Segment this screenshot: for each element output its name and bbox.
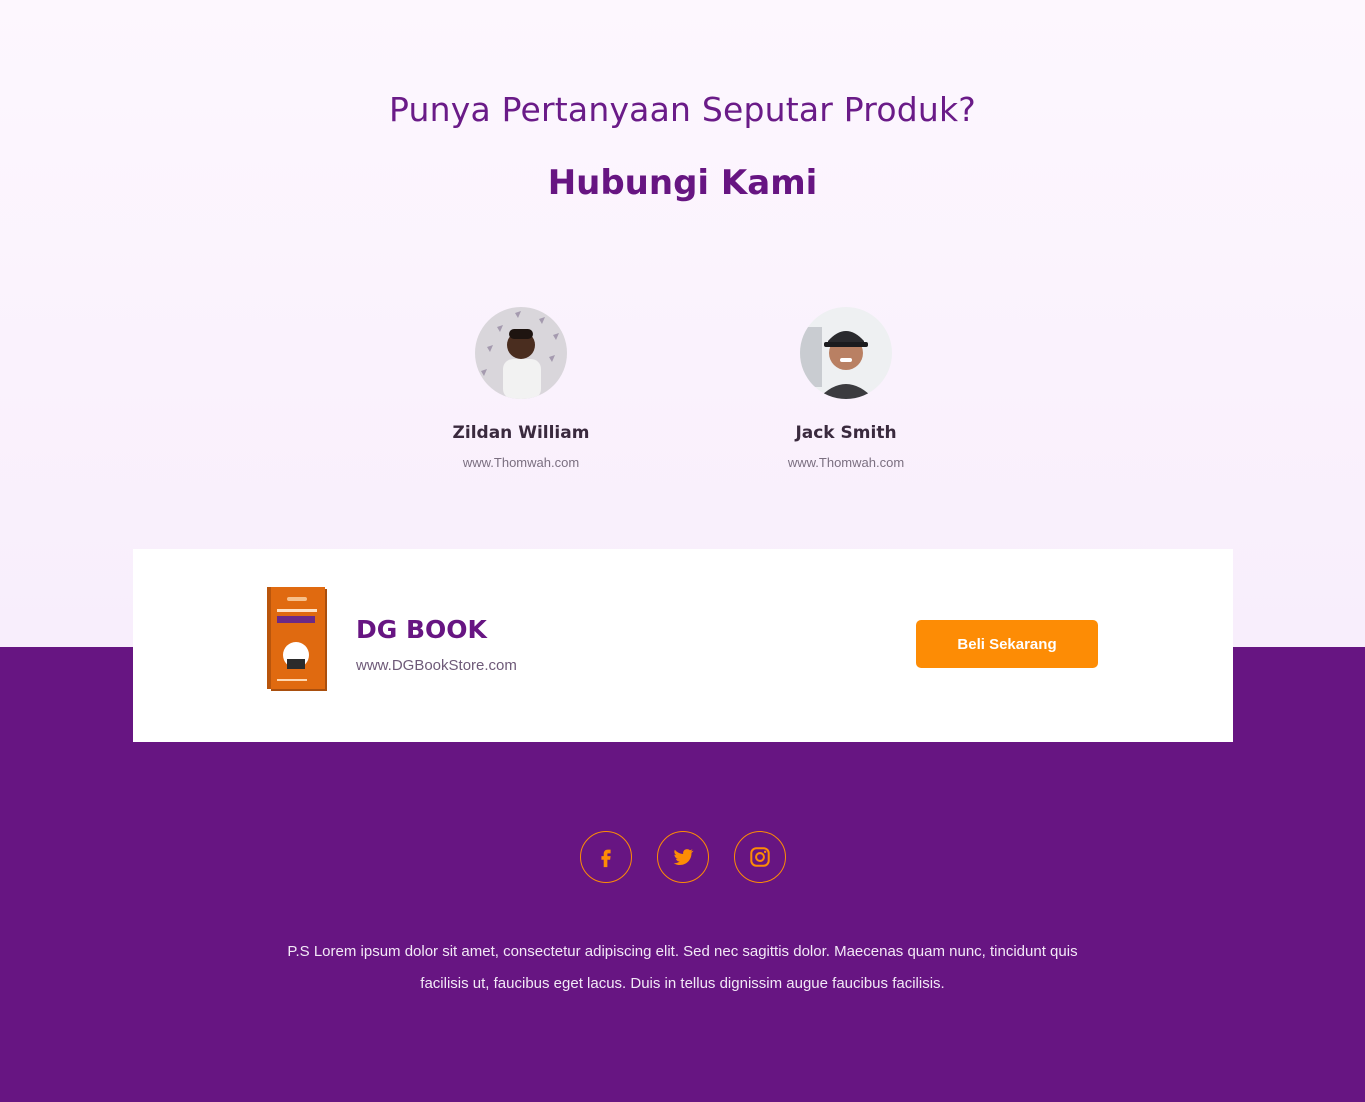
product-bar: DG BOOK www.DGBookStore.com Beli Sekaran… — [133, 549, 1233, 742]
contact-website[interactable]: www.Thomwah.com — [736, 455, 956, 470]
section-title: Hubungi Kami — [547, 163, 818, 203]
contact-name: Zildan William — [452, 423, 590, 443]
product-brand: DG BOOK — [356, 615, 487, 644]
twitter-link[interactable] — [657, 831, 709, 883]
section-question: Punya Pertanyaan Seputar Produk? — [388, 90, 976, 129]
avatar — [800, 307, 892, 399]
contact-website[interactable]: www.Thomwah.com — [411, 455, 631, 470]
contact-card: Jack Smith www.Thomwah.com — [736, 307, 956, 470]
facebook-link[interactable] — [580, 831, 632, 883]
contact-card: Zildan William www.Thomwah.com — [411, 307, 631, 470]
instagram-icon — [750, 847, 770, 867]
instagram-link[interactable] — [734, 831, 786, 883]
avatar — [475, 307, 567, 399]
buy-now-button[interactable]: Beli Sekarang — [916, 620, 1098, 668]
social-links — [580, 831, 786, 883]
facebook-icon — [601, 849, 611, 868]
twitter-icon — [673, 849, 694, 865]
contact-name: Jack Smith — [795, 423, 897, 443]
footer-note: P.S Lorem ipsum dolor sit amet, consecte… — [287, 943, 1078, 992]
product-url[interactable]: www.DGBookStore.com — [356, 657, 517, 674]
book-cover-image — [267, 587, 331, 693]
